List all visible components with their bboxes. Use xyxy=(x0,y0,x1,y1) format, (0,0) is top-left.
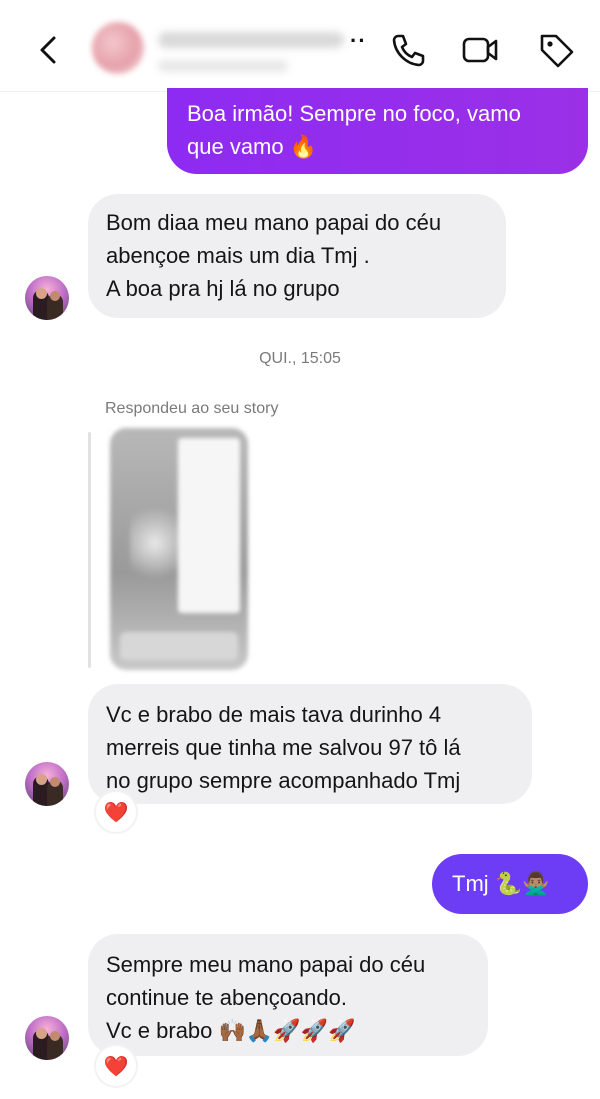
reply-indicator-line xyxy=(88,432,91,668)
message-text: abençoe mais um dia Tmj . xyxy=(106,243,370,268)
incoming-message[interactable]: Sempre meu mano papai do céu continue te… xyxy=(88,934,488,1056)
contact-name[interactable] xyxy=(158,32,344,48)
contact-subtitle xyxy=(158,60,288,72)
sender-avatar[interactable] xyxy=(25,762,69,806)
message-text: Vc e brabo 🙌🏾🙏🏾🚀🚀🚀 xyxy=(106,1018,356,1043)
sender-avatar[interactable] xyxy=(25,276,69,320)
outgoing-message[interactable]: Tmj 🐍🙅🏽‍♂️ xyxy=(432,854,588,914)
message-text: continue te abençoando. xyxy=(106,985,347,1010)
story-reply-label: Respondeu ao seu story xyxy=(105,400,279,417)
chat-header: ·· xyxy=(0,0,600,92)
outgoing-message[interactable]: Boa irmão! Sempre no foco, vamo que vamo… xyxy=(167,88,588,174)
message-text: no grupo sempre acompanhado Tmj xyxy=(106,768,461,793)
message-text: Boa irmão! Sempre no foco, vamo xyxy=(187,101,521,126)
message-text: A boa pra hj lá no grupo xyxy=(106,276,340,301)
back-arrow-icon[interactable] xyxy=(34,30,64,70)
contact-avatar[interactable] xyxy=(92,22,144,74)
incoming-message[interactable]: Vc e brabo de mais tava durinho 4 merrei… xyxy=(88,684,532,804)
name-overflow-dots: ·· xyxy=(350,28,367,53)
message-text: Sempre meu mano papai do céu xyxy=(106,952,426,977)
story-thumbnail[interactable] xyxy=(110,428,248,670)
incoming-message[interactable]: Bom diaa meu mano papai do céu abençoe m… xyxy=(88,194,506,318)
message-text: Vc e brabo de mais tava durinho 4 xyxy=(106,702,442,727)
message-text: que vamo 🔥 xyxy=(187,134,318,159)
heart-reaction-icon[interactable]: ❤️ xyxy=(96,792,136,832)
tag-icon[interactable] xyxy=(536,30,576,70)
message-text: Bom diaa meu mano papai do céu xyxy=(106,210,442,235)
phone-icon[interactable] xyxy=(388,30,428,70)
date-separator: QUI., 15:05 xyxy=(259,350,341,367)
message-text: merreis que tinha me salvou 97 tô lá xyxy=(106,735,461,760)
heart-reaction-icon[interactable]: ❤️ xyxy=(96,1046,136,1086)
video-camera-icon[interactable] xyxy=(460,30,500,70)
sender-avatar[interactable] xyxy=(25,1016,69,1060)
message-text: Tmj 🐍🙅🏽‍♂️ xyxy=(452,871,550,896)
